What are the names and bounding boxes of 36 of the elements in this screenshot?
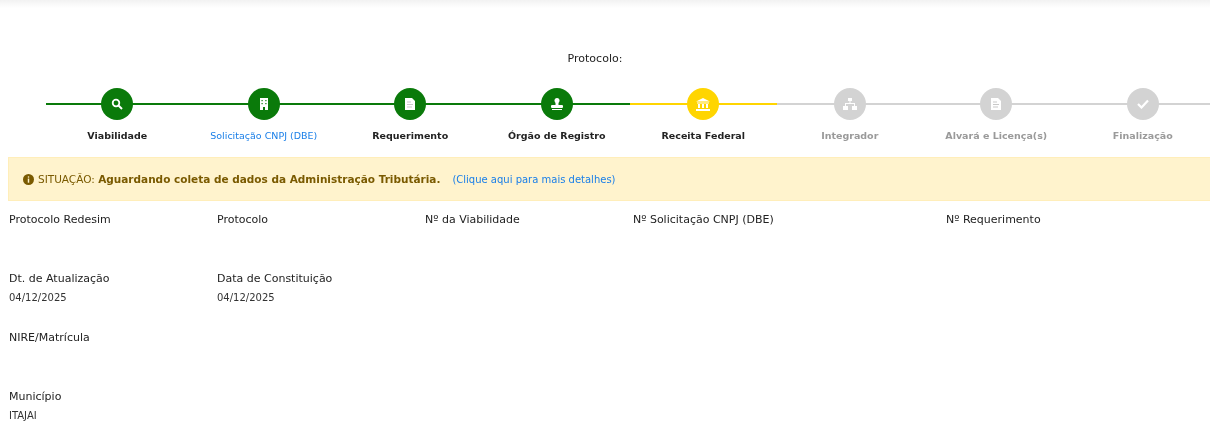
details-link[interactable]: (Clique aqui para mais detalhes) xyxy=(452,173,616,185)
field-value: 04/12/2025 xyxy=(9,292,67,303)
info-icon xyxy=(23,173,34,185)
step-circle[interactable] xyxy=(247,88,280,120)
field-label: Nº Solicitação CNPJ (DBE) xyxy=(633,213,774,226)
step-label[interactable]: Órgão de Registro xyxy=(507,130,606,141)
building-icon xyxy=(258,98,269,110)
step-circle[interactable] xyxy=(101,88,134,120)
step-circle[interactable] xyxy=(540,88,573,120)
field-label: Nº Requerimento xyxy=(946,213,1041,226)
document-icon xyxy=(405,98,416,110)
field-label: Protocolo Redesim xyxy=(9,213,111,226)
step-label[interactable]: Viabilidade xyxy=(87,130,148,141)
step-label[interactable]: Alvará e Licença(s) xyxy=(945,130,1048,141)
protocol-label: Protocolo: xyxy=(567,52,623,65)
field-label: Dt. de Atualização xyxy=(9,272,110,285)
step-circle[interactable] xyxy=(394,88,427,120)
step-label[interactable]: Finalização xyxy=(1112,130,1173,141)
field-value: ITAJAI xyxy=(9,410,37,421)
search-icon xyxy=(111,98,124,110)
bank-icon xyxy=(696,97,711,111)
field-label: NIRE/Matrícula xyxy=(9,331,90,344)
field-value: 04/12/2025 xyxy=(217,292,275,303)
step-label[interactable]: Requerimento xyxy=(372,130,449,141)
network-icon xyxy=(842,98,857,110)
stamp-icon xyxy=(549,98,564,110)
step-label[interactable]: Integrador xyxy=(821,130,879,141)
status-message: SITUAÇÃO: Aguardando coleta de dados da Administração Tributária. xyxy=(38,173,441,185)
check-icon xyxy=(1136,99,1149,109)
field-label: Data de Constituição xyxy=(217,272,333,285)
step-label[interactable]: Receita Federal xyxy=(661,130,745,141)
field-label: Município xyxy=(9,390,62,403)
field-label: Nº da Viabilidade xyxy=(425,213,520,226)
step-label[interactable]: Solicitação CNPJ (DBE) xyxy=(210,130,318,141)
field-label: Protocolo xyxy=(217,213,269,226)
document-icon xyxy=(991,98,1002,110)
